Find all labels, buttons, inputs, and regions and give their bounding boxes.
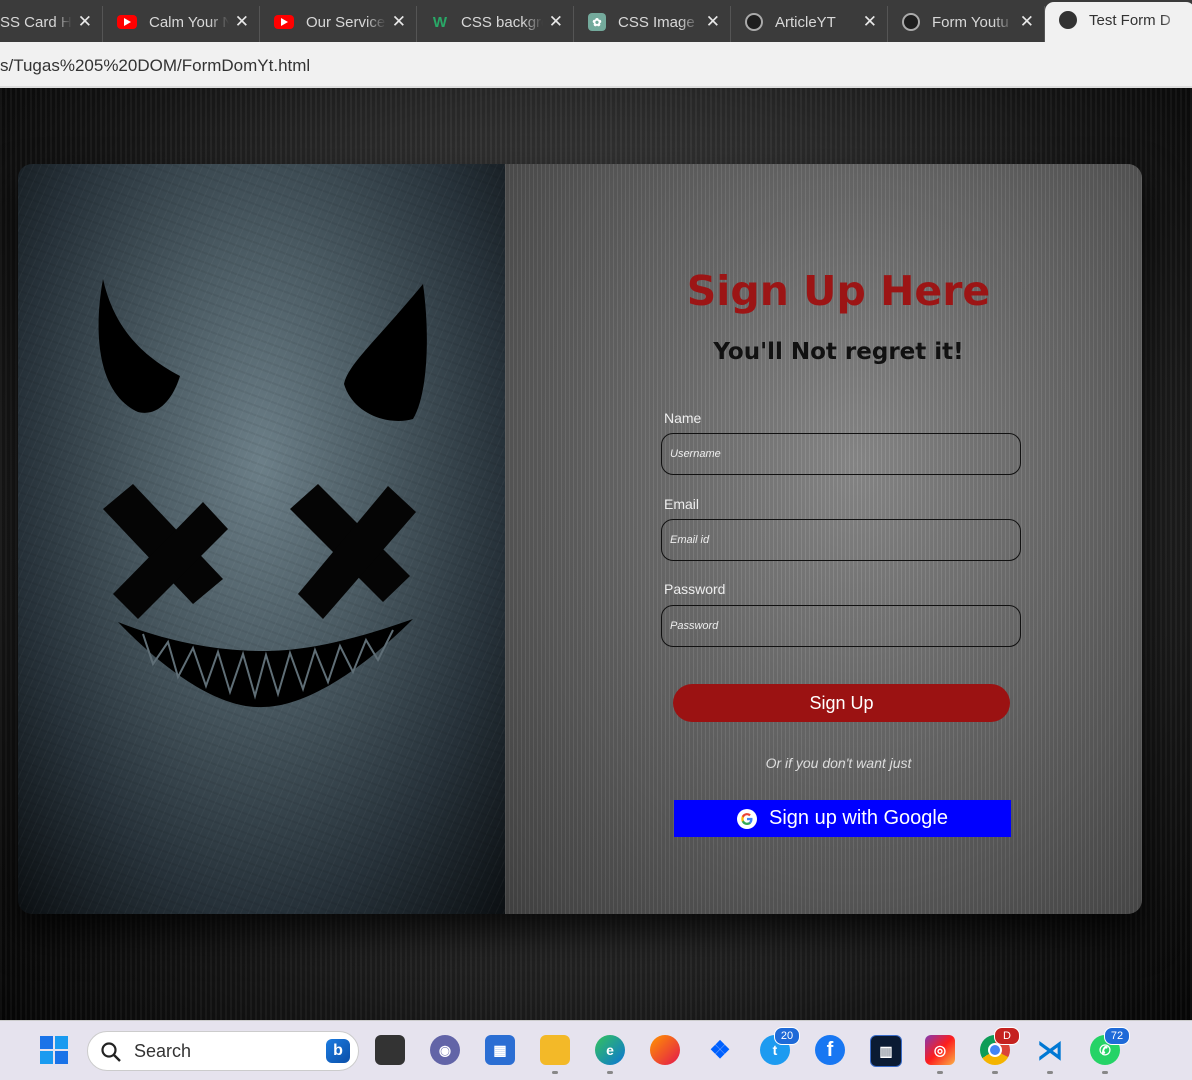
whatsapp-badge: 72 [1104, 1027, 1130, 1045]
close-icon[interactable]: ✕ [78, 12, 92, 32]
youtube-icon [117, 15, 137, 29]
tab-title: CSS backgro [461, 13, 543, 31]
address-bar[interactable]: s/Tugas%205%20DOM/FormDomYt.html [0, 42, 1192, 88]
chrome-icon[interactable]: D [980, 1027, 1020, 1074]
tab-title: CSS Image | [618, 13, 700, 31]
signup-card: Sign Up Here You'll Not regret it! Name … [18, 164, 1142, 914]
search-icon [101, 1042, 121, 1062]
tab-1[interactable]: Calm Your N ✕ [103, 6, 260, 42]
tab-title: ArticleYT [775, 13, 836, 31]
facebook-icon[interactable]: f [815, 1035, 845, 1065]
bing-icon[interactable]: b [326, 1039, 350, 1063]
globe-icon [745, 13, 763, 31]
task-view-icon[interactable] [375, 1035, 405, 1065]
tab-title: SS Card H [0, 13, 72, 31]
chat-icon[interactable]: ◉ [430, 1035, 460, 1065]
tab-title: Our Service [306, 13, 386, 31]
signup-button[interactable]: Sign Up [673, 684, 1010, 722]
close-icon[interactable]: ✕ [863, 12, 877, 32]
alternative-text: Or if you don't want just [765, 755, 912, 771]
app-icon[interactable]: ▥ [870, 1035, 902, 1067]
close-icon[interactable]: ✕ [706, 12, 720, 32]
taskbar-search-input[interactable] [132, 1040, 306, 1063]
instagram-icon[interactable]: ◎ [925, 1035, 955, 1074]
tab-6[interactable]: Form Youtu ✕ [888, 6, 1045, 42]
password-input[interactable] [661, 605, 1021, 647]
firefox-icon[interactable] [650, 1035, 680, 1065]
url-text[interactable]: s/Tugas%205%20DOM/FormDomYt.html [0, 56, 310, 76]
google-signup-label: Sign up with Google [768, 807, 948, 829]
windows-start-icon[interactable] [39, 1035, 69, 1065]
email-input[interactable] [661, 519, 1021, 561]
chrome-profile-badge: D [994, 1027, 1020, 1045]
whatsapp-icon[interactable]: ✆ 72 [1090, 1027, 1130, 1074]
taskbar: b ◉ ▦ e ❖ t20 f ▥ ◎ D ⋊ ✆72 [0, 1020, 1192, 1080]
globe-icon [902, 13, 920, 31]
form-panel: Sign Up Here You'll Not regret it! Name … [505, 164, 1142, 914]
google-signup-button[interactable]: Sign up with Google [674, 800, 1011, 837]
youtube-icon [274, 15, 294, 29]
page-background: Sign Up Here You'll Not regret it! Name … [0, 88, 1192, 1020]
tab-title: Form Youtu [932, 13, 1009, 31]
tab-3[interactable]: W CSS backgro ✕ [417, 6, 574, 42]
close-icon[interactable]: ✕ [549, 12, 563, 32]
tab-title: Calm Your N [149, 13, 229, 31]
tab-strip: SS Card H ✕ Calm Your N ✕ Our Service ✕ … [0, 0, 1192, 42]
w3-icon: W [432, 13, 448, 31]
close-icon[interactable]: ✕ [235, 12, 249, 32]
taskbar-search[interactable]: b [87, 1031, 359, 1071]
vscode-icon[interactable]: ⋊ [1035, 1035, 1065, 1074]
page-title: Sign Up Here [686, 267, 991, 315]
tab-7-active[interactable]: Test Form D [1045, 2, 1192, 42]
email-label: Email [664, 496, 700, 512]
username-input[interactable] [661, 433, 1021, 475]
twitter-icon[interactable]: t 20 [760, 1027, 800, 1065]
globe-icon [1059, 11, 1077, 29]
close-icon[interactable]: ✕ [1020, 12, 1034, 32]
google-icon [736, 808, 757, 829]
edge-icon[interactable]: e [595, 1035, 625, 1074]
devil-face-image [18, 164, 505, 914]
tab-4[interactable]: ✿ CSS Image | ✕ [574, 6, 731, 42]
tab-0[interactable]: SS Card H ✕ [0, 6, 103, 42]
page-subtitle: You'll Not regret it! [713, 339, 964, 365]
tab-5[interactable]: ArticleYT ✕ [731, 6, 888, 42]
name-label: Name [664, 410, 702, 426]
close-icon[interactable]: ✕ [392, 12, 406, 32]
tab-title: Test Form D [1089, 11, 1171, 29]
tab-2[interactable]: Our Service ✕ [260, 6, 417, 42]
password-label: Password [664, 581, 726, 597]
store-icon[interactable]: ▦ [485, 1035, 515, 1065]
dropbox-icon[interactable]: ❖ [705, 1035, 735, 1065]
chatgpt-icon: ✿ [588, 13, 606, 31]
twitter-badge: 20 [774, 1027, 800, 1045]
file-explorer-icon[interactable] [540, 1035, 570, 1074]
